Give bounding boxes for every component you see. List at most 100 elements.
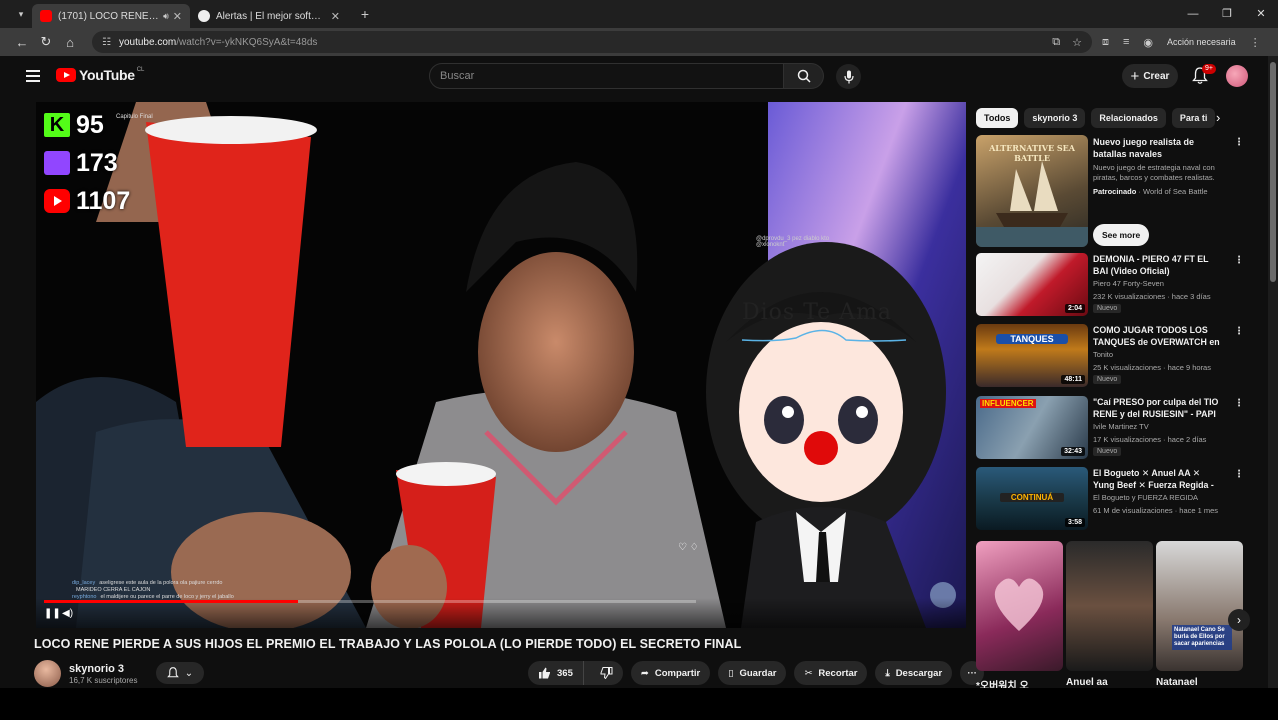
create-button[interactable]: + Crear [1122, 64, 1178, 88]
video-meta: 17 K visualizaciones · hace 2 días [1093, 435, 1207, 444]
video-frame [36, 102, 966, 628]
kick-count: 95 [76, 110, 104, 139]
channel-name[interactable]: Ivile Martinez TV [1093, 422, 1149, 431]
minimize-icon[interactable]: — [1176, 0, 1210, 28]
media-control-icon[interactable]: ≡ [1123, 36, 1129, 48]
download-button[interactable]: ⤓ Descargar [875, 661, 953, 685]
save-button[interactable]: ▯ Guardar [718, 661, 787, 685]
twitch-icon [44, 151, 70, 175]
site-info-icon[interactable]: ☷ [102, 37, 111, 48]
profile-status[interactable]: Acción necesaria [1167, 37, 1236, 47]
tab-alertas[interactable]: Alertas | El mejor software para ✕ [190, 4, 348, 28]
recommendation-item[interactable]: 2:04 DEMONIA - PIERO 47 FT EL BAI (Video… [976, 253, 1246, 319]
recommendation-item[interactable]: TANQUES 48:11 COMO JUGAR TODOS LOS TANQU… [976, 324, 1246, 390]
ad-title[interactable]: Nuevo juego realista de batallas navales [1093, 136, 1228, 160]
channel-avatar[interactable] [34, 660, 61, 687]
chip-relacionados[interactable]: Relacionados [1091, 108, 1166, 128]
twitch-viewers: 173 [44, 144, 130, 182]
youtube-live-icon [44, 189, 70, 213]
video-thumbnail[interactable]: 2:04 [976, 253, 1088, 316]
channel-name[interactable]: Tonito [1093, 350, 1113, 359]
ad-thumbnail[interactable]: ALTERNATIVE SEA BATTLE [976, 135, 1088, 247]
install-icon[interactable]: ⧉ [1052, 36, 1060, 49]
new-badge: Nuevo [1093, 304, 1122, 313]
twitch-count: 173 [76, 148, 118, 177]
reload-icon[interactable]: ↻ [34, 34, 58, 50]
video-title[interactable]: DEMONIA - PIERO 47 FT EL BAI (Video Ofic… [1093, 253, 1223, 277]
youtube-favicon-icon [40, 10, 52, 22]
bookmark-icon: ▯ [728, 667, 734, 679]
voice-search-button[interactable] [836, 64, 861, 89]
search-input[interactable]: Buscar [429, 63, 784, 89]
chevron-right-icon[interactable]: › [1216, 110, 1220, 125]
share-button[interactable]: ➦ Compartir [630, 661, 711, 685]
channel-name[interactable]: skynorio 3 [69, 663, 137, 675]
subscribed-button[interactable]: ⌄ [156, 662, 204, 684]
chip-todos[interactable]: Todos [976, 108, 1019, 128]
search-icon [797, 69, 811, 83]
browser-menu-icon[interactable]: ⋮ [1250, 36, 1261, 49]
short-title[interactable]: Anuel aa [1066, 677, 1108, 688]
thumbs-down-icon [600, 667, 613, 679]
overlay-like-icon: ♡ ♢ [678, 542, 699, 553]
youtube-logo[interactable]: YouTube CL [56, 67, 144, 83]
recommendation-item[interactable]: INFLUENCER 32:43 "Caí PRESO por culpa de… [976, 396, 1246, 462]
shorts-next-arrow-icon[interactable]: › [1228, 609, 1250, 631]
page-scrollbar[interactable] [1268, 56, 1278, 688]
progress-bar[interactable] [44, 600, 696, 603]
like-button[interactable]: 365 [528, 661, 584, 685]
video-player[interactable]: Capitulo Final K 95 173 1107 @dprovdu_3 … [36, 102, 966, 628]
menu-icon[interactable] [26, 70, 40, 85]
chip-channel[interactable]: skynorio 3 [1024, 108, 1086, 128]
handle-line-2: @xlonoknt [756, 242, 785, 248]
bottom-letterbox [0, 688, 1278, 720]
dislike-button[interactable] [590, 661, 623, 685]
video-thumbnail[interactable]: TANQUES 48:11 [976, 324, 1088, 387]
save-label: Guardar [739, 667, 777, 679]
more-vert-icon[interactable]: ⋮ [1234, 398, 1244, 409]
video-title[interactable]: COMO JUGAR TODOS LOS TANQUES de OVERWATC… [1093, 324, 1223, 348]
close-tab-icon[interactable]: ✕ [173, 10, 182, 23]
tab-search-icon[interactable]: ▾ [10, 3, 32, 25]
see-more-button[interactable]: See more [1093, 224, 1150, 246]
home-icon[interactable]: ⌂ [58, 35, 82, 50]
short-thumbnail[interactable] [1066, 541, 1153, 671]
search-button[interactable] [784, 63, 824, 89]
short-thumbnail[interactable] [976, 541, 1063, 671]
recommendation-item[interactable]: CONTINUÁ 3:58 El Bogueto ✕ Anuel AA ✕ Yu… [976, 467, 1246, 533]
video-thumbnail[interactable]: INFLUENCER 32:43 [976, 396, 1088, 459]
account-avatar[interactable] [1226, 65, 1248, 87]
notifications-button[interactable]: 9+ [1192, 64, 1216, 85]
restore-icon[interactable]: ❐ [1210, 0, 1244, 28]
close-window-icon[interactable]: ✕ [1244, 0, 1278, 28]
channel-name[interactable]: El Bogueto y FUERZA REGIDA [1093, 493, 1198, 502]
new-tab-button[interactable]: + [354, 6, 376, 22]
video-title[interactable]: El Bogueto ✕ Anuel AA ✕ Yung Beef ✕ Fuer… [1093, 467, 1223, 491]
video-title[interactable]: "Caí PRESO por culpa del TIO RENE y del … [1093, 396, 1223, 420]
short-title[interactable]: Natanael [1156, 677, 1198, 688]
microphone-icon [843, 70, 854, 83]
video-thumbnail[interactable]: CONTINUÁ 3:58 [976, 467, 1088, 530]
scrollbar-thumb[interactable] [1270, 62, 1276, 282]
channel-name[interactable]: Piero 47 Forty-Seven [1093, 279, 1164, 288]
address-bar[interactable]: ☷ youtube.com/watch?v=-ykNKQ6SyA&t=48ds … [92, 31, 1092, 53]
bookmark-star-icon[interactable]: ☆ [1072, 36, 1082, 49]
speaker-icon[interactable]: 🔊︎ [163, 11, 169, 22]
clip-button[interactable]: ✂ Recortar [794, 661, 868, 685]
more-vert-icon[interactable]: ⋮ [1234, 255, 1244, 266]
chip-para-ti[interactable]: Para ti [1171, 108, 1216, 128]
back-icon[interactable]: ← [10, 35, 34, 50]
profile-icon[interactable]: ◉ [1143, 36, 1153, 49]
tab-youtube[interactable]: (1701) LOCO RENE PIERDI 🔊︎ ✕ [32, 4, 190, 28]
more-vert-icon[interactable]: ⋮ [1234, 469, 1244, 480]
pause-icon[interactable]: ❚❚ [44, 608, 61, 619]
kick-viewers: K 95 [44, 106, 130, 144]
new-badge: Nuevo [1093, 375, 1122, 384]
short-thumbnail[interactable]: Natanael Cano Se burla de Ellos por saca… [1156, 541, 1243, 671]
more-vert-icon[interactable]: ⋮ [1234, 326, 1244, 337]
more-vert-icon[interactable]: ⋮ [1234, 137, 1244, 148]
close-tab-icon[interactable]: ✕ [331, 10, 340, 23]
sponsored-ad[interactable]: ALTERNATIVE SEA BATTLE Nuevo juego reali… [976, 135, 1246, 250]
volume-icon[interactable]: ◀) [62, 608, 73, 619]
extensions-icon[interactable]: ⧈ [1102, 36, 1109, 49]
